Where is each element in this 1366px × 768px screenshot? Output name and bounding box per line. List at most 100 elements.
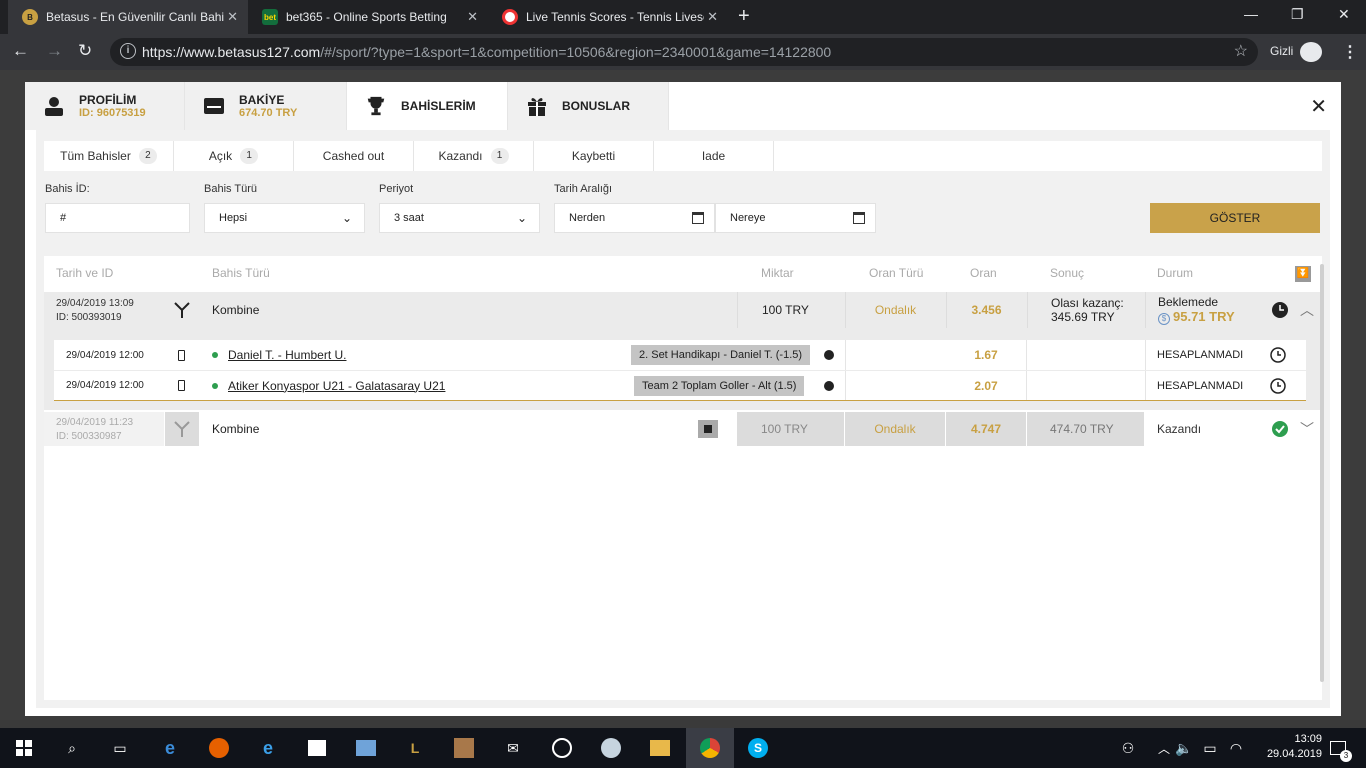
selection-match[interactable]: Atiker Konyaspor U21 - Galatasaray U21 bbox=[228, 371, 445, 400]
selection-row: 29/04/2019 12:00 Daniel T. - Humbert U. … bbox=[54, 340, 1306, 370]
edge-icon[interactable]: e bbox=[256, 736, 280, 760]
battery-icon[interactable]: ▭ bbox=[1198, 736, 1222, 760]
period-select[interactable]: 3 saat ⌄ bbox=[379, 203, 540, 233]
forward-icon[interactable]: → bbox=[46, 41, 63, 61]
app-icon[interactable] bbox=[354, 736, 378, 760]
bet-row[interactable]: 29/04/2019 11:23 ID: 500330987 Kombine 1… bbox=[44, 412, 1320, 446]
mail-icon[interactable]: ✉ bbox=[501, 736, 525, 760]
filter-tab-open[interactable]: Açık 1 bbox=[174, 141, 294, 171]
new-tab-button[interactable]: + bbox=[738, 5, 750, 28]
scrollbar[interactable] bbox=[1318, 264, 1326, 704]
windows-start-icon[interactable] bbox=[12, 736, 36, 760]
url-text[interactable]: https://www.betasus127.com/#/sport/?type… bbox=[142, 44, 831, 60]
chevron-up-icon[interactable]: ︿ bbox=[1294, 292, 1320, 328]
bet-odds: 4.747 bbox=[946, 412, 1026, 446]
close-icon[interactable]: ✕ bbox=[227, 9, 238, 25]
close-icon[interactable]: ✕ bbox=[467, 9, 478, 25]
date-from-input[interactable]: Nerden bbox=[554, 203, 715, 233]
date-to-input[interactable]: Nereye bbox=[715, 203, 876, 233]
browser-tab-tennis[interactable]: Live Tennis Scores - Tennis Livesco ✕ bbox=[488, 0, 728, 34]
tab-label: BAKİYE bbox=[239, 93, 285, 107]
tab-bonuses[interactable]: BONUSLAR bbox=[508, 82, 669, 130]
store-icon[interactable] bbox=[305, 736, 329, 760]
selection-match[interactable]: Daniel T. - Humbert U. bbox=[228, 340, 346, 370]
bet-date: 29/04/2019 11:23 bbox=[56, 416, 134, 428]
bet-odds-type: Ondalık bbox=[845, 292, 945, 328]
bet-odds-type: Ondalık bbox=[845, 412, 945, 446]
volume-icon[interactable]: 🔈 bbox=[1172, 736, 1196, 760]
cashout-amount[interactable]: 95.71 TRY bbox=[1173, 309, 1235, 324]
selection-date: 29/04/2019 12:00 bbox=[66, 380, 144, 391]
back-icon[interactable]: ← bbox=[12, 41, 29, 61]
window-close-icon[interactable]: ✕ bbox=[1338, 6, 1350, 23]
search-icon[interactable]: ⌕ bbox=[60, 736, 84, 760]
file-explorer-icon[interactable] bbox=[648, 736, 672, 760]
windows-taskbar: ⌕ ▭ e e L ✉ S ⚇ ︿ 🔈 ▭ ◠ 13:09 29.04.2019… bbox=[0, 728, 1366, 768]
close-modal-icon[interactable]: ✕ bbox=[1310, 94, 1327, 119]
notification-icon[interactable]: 3 bbox=[1326, 736, 1352, 762]
selection-market: 2. Set Handikapı - Daniel T. (-1.5) bbox=[631, 345, 811, 365]
filter-tab-won[interactable]: Kazandı 1 bbox=[414, 141, 534, 171]
incognito-icon[interactable] bbox=[1300, 42, 1322, 62]
browser-menu-icon[interactable]: ⋮ bbox=[1342, 42, 1358, 62]
close-icon[interactable]: ✕ bbox=[707, 9, 718, 25]
system-clock[interactable]: 13:09 29.04.2019 bbox=[1266, 733, 1322, 760]
filter-tab-label: Kazandı bbox=[438, 149, 483, 163]
chrome-icon[interactable] bbox=[686, 728, 734, 768]
incognito-label: Gizli bbox=[1270, 44, 1294, 58]
filter-tab-cashed-out[interactable]: Cashed out bbox=[294, 141, 414, 171]
stats-icon[interactable] bbox=[824, 371, 834, 400]
bookmark-star-icon[interactable]: ☆ bbox=[1234, 41, 1248, 61]
address-bar[interactable]: i https://www.betasus127.com/#/sport/?ty… bbox=[110, 38, 1258, 66]
filter-tab-label: Açık bbox=[208, 149, 233, 163]
restore-icon[interactable]: ❐ bbox=[1291, 6, 1304, 23]
people-icon[interactable]: ⚇ bbox=[1116, 736, 1140, 760]
clock-icon bbox=[1270, 340, 1286, 370]
bet-id-label: Bahis İD: bbox=[45, 183, 90, 195]
chevron-down-icon[interactable]: ﹀ bbox=[1294, 412, 1320, 446]
league-icon[interactable]: L bbox=[403, 736, 427, 760]
filter-tab-label: Tüm Bahisler bbox=[60, 149, 131, 163]
game-icon[interactable] bbox=[452, 736, 476, 760]
show-button[interactable]: GÖSTER bbox=[1150, 203, 1320, 233]
header-odds-type: Oran Türü bbox=[869, 266, 924, 280]
bet-type-value: Hepsi bbox=[219, 212, 248, 224]
date-range-label: Tarih Aralığı bbox=[554, 183, 613, 195]
collapse-all-icon[interactable]: ⏬ bbox=[1295, 266, 1311, 282]
minimize-icon[interactable]: — bbox=[1244, 6, 1258, 22]
browser-tab-bet365[interactable]: bet bet365 - Online Sports Betting ✕ bbox=[248, 0, 488, 34]
bet-type-select[interactable]: Hepsi ⌄ bbox=[204, 203, 365, 233]
steam-icon[interactable] bbox=[599, 736, 623, 760]
mobile-icon bbox=[178, 371, 185, 400]
wifi-icon[interactable]: ◠ bbox=[1224, 736, 1248, 760]
ie-icon[interactable]: e bbox=[158, 736, 182, 760]
browser-tab-betasus[interactable]: B Betasus - En Güvenilir Canlı Bahis ✕ bbox=[8, 0, 248, 34]
tab-my-bets[interactable]: BAHİSLERİM bbox=[347, 82, 508, 130]
my-bets-modal: PROFİLİM ID: 96075319 BAKİYE 674.70 TRY … bbox=[25, 82, 1341, 716]
tab-balance[interactable]: BAKİYE 674.70 TRY bbox=[185, 82, 347, 130]
whatsapp-icon[interactable] bbox=[550, 736, 574, 760]
header-amount: Miktar bbox=[761, 266, 794, 280]
bet-id-input[interactable]: # bbox=[45, 203, 190, 233]
tab-label: BONUSLAR bbox=[562, 99, 630, 113]
task-view-icon[interactable]: ▭ bbox=[108, 736, 132, 760]
skype-icon[interactable]: S bbox=[746, 736, 770, 760]
clock-icon bbox=[1270, 292, 1290, 328]
filter-tab-lost[interactable]: Kaybetti bbox=[534, 141, 654, 171]
tab-profile[interactable]: PROFİLİM ID: 96075319 bbox=[25, 82, 185, 130]
browser-tab-bar: B Betasus - En Güvenilir Canlı Bahis ✕ b… bbox=[0, 0, 1366, 34]
live-dot-icon bbox=[212, 340, 218, 370]
scrollbar-thumb[interactable] bbox=[1320, 264, 1324, 682]
filter-tab-refund[interactable]: Iade bbox=[654, 141, 774, 171]
gift-icon bbox=[698, 420, 718, 438]
filter-tab-all[interactable]: Tüm Bahisler 2 bbox=[44, 141, 174, 171]
date-from-placeholder: Nerden bbox=[569, 212, 606, 224]
info-icon[interactable]: i bbox=[120, 43, 136, 59]
firefox-icon[interactable] bbox=[207, 736, 231, 760]
combo-icon bbox=[165, 412, 199, 446]
filter-count: 2 bbox=[138, 148, 157, 164]
bet-row[interactable]: 29/04/2019 13:09 ID: 500393019 Kombine 1… bbox=[44, 292, 1320, 328]
stats-icon[interactable] bbox=[824, 340, 834, 370]
calendar-icon bbox=[853, 212, 865, 224]
reload-icon[interactable]: ↻ bbox=[78, 41, 92, 61]
